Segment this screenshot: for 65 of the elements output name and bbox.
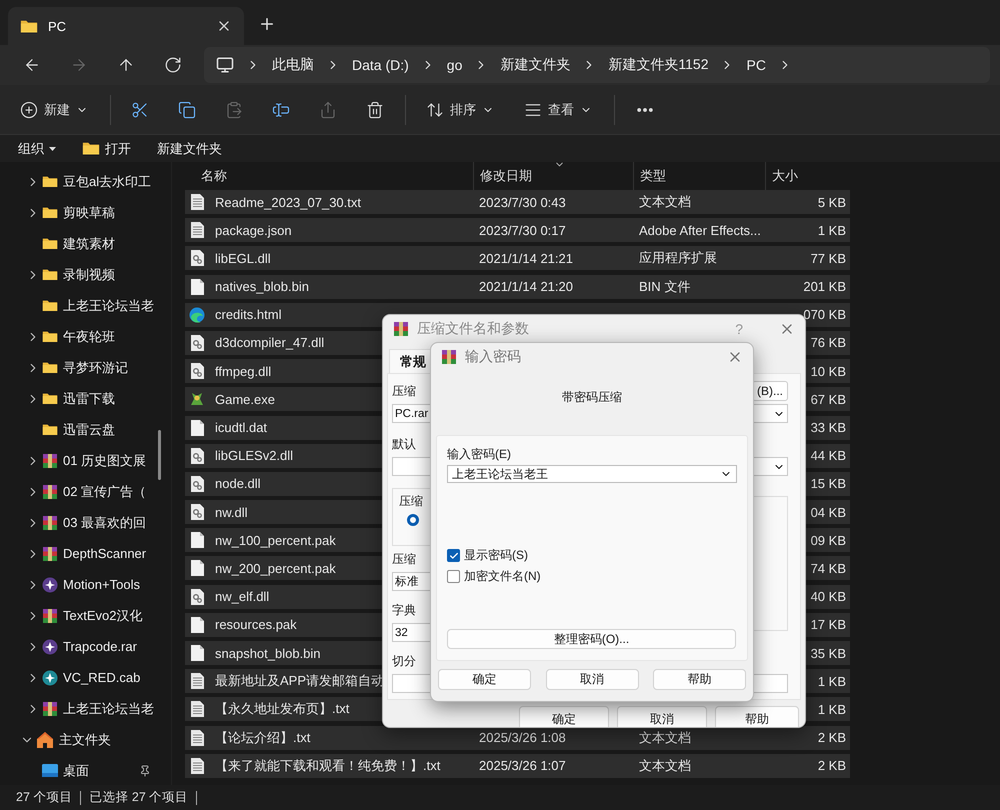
size-cell-text: 35 KB: [810, 646, 847, 660]
dialog-title: 输入密码: [465, 348, 521, 366]
file-name: nw_elf.dll: [214, 589, 270, 604]
tab-title: PC: [48, 18, 68, 34]
size-cell-text: 09 KB: [810, 532, 847, 548]
field-label: 输入密码(E): [447, 446, 512, 463]
file-name: package.json: [214, 222, 292, 238]
type-cell-text: 文本文档: [638, 756, 692, 775]
file-name: resources.pak: [214, 617, 297, 632]
file-name: ffmpeg.dll: [214, 364, 272, 379]
file-name: 【来了就能下载和观看！纯免费！】.txt: [214, 756, 440, 775]
status-text: 27 个项目: [16, 789, 72, 806]
date-cell-text: 2023/7/30 0:43: [478, 194, 567, 210]
size-cell-text: 33 KB: [810, 420, 847, 435]
size-cell-text: 1 KB: [816, 674, 847, 689]
file-name: node.dll: [214, 476, 261, 492]
size-cell-text: 2 KB: [816, 730, 847, 746]
date-cell-text: 2021/1/14 21:20: [478, 279, 574, 294]
file-name: credits.html: [214, 307, 282, 322]
size-cell-text: 40 KB: [810, 589, 847, 604]
size-cell-text: 44 KB: [810, 448, 847, 464]
type-cell-text: 文本文档: [638, 193, 692, 211]
type-cell-text: Adobe After Effects...: [638, 222, 762, 238]
group-label: 压缩: [399, 493, 424, 510]
size-cell-text: 04 KB: [810, 504, 847, 520]
file-name: nw.dll: [214, 504, 248, 520]
date-cell-text: 2021/1/14 21:21: [478, 250, 574, 266]
date-cell-text: 2025/3/26 1:07: [478, 758, 567, 774]
file-name: d3dcompiler_47.dll: [214, 335, 324, 350]
dialog-heading: 带密码压缩: [561, 389, 623, 406]
size-cell-text: 5 KB: [816, 194, 847, 210]
file-name: Readme_2023_07_30.txt: [214, 194, 362, 210]
file-name: icudtl.dat: [214, 420, 268, 435]
file-name: nw_100_percent.pak: [214, 532, 336, 548]
file-name: libGLESv2.dll: [214, 448, 294, 464]
dialog-title: 压缩文件名和参数: [417, 320, 529, 338]
size-cell-text: 1 KB: [816, 222, 847, 238]
date-cell-text: 2025/3/26 1:08: [478, 730, 567, 746]
file-name: Game.exe: [214, 392, 275, 407]
type-cell-text: BIN 文件: [638, 278, 692, 296]
field-label: 压缩: [392, 382, 416, 400]
file-name: natives_blob.bin: [214, 279, 309, 294]
file-name: snapshot_blob.bin: [214, 646, 321, 660]
field-label: 切分: [392, 652, 416, 670]
field-label: 默认: [392, 436, 416, 452]
file-name: libEGL.dll: [214, 250, 271, 266]
size-cell-text: 15 KB: [810, 476, 847, 492]
status-text: 已选择 27 个项目: [89, 789, 188, 806]
file-name: nw_200_percent.pak: [214, 560, 336, 576]
date-cell-text: 2023/7/30 0:17: [478, 222, 567, 238]
size-cell-text: 070 KB: [802, 307, 847, 322]
size-cell-text: 74 KB: [810, 560, 847, 576]
size-cell-text: 201 KB: [802, 279, 847, 294]
type-cell-text: 文本文档: [638, 728, 692, 747]
size-cell-text: 2 KB: [816, 758, 847, 774]
size-cell-text: 76 KB: [810, 335, 847, 350]
size-cell-text: 10 KB: [810, 364, 847, 379]
file-name: 【论坛介绍】.txt: [214, 728, 310, 747]
size-cell-text: 77 KB: [810, 250, 847, 266]
field-label: 字典: [392, 602, 416, 618]
size-cell-text: 17 KB: [810, 617, 847, 632]
file-name: 【永久地址发布页】.txt: [214, 700, 350, 718]
size-cell-text: 1 KB: [816, 702, 847, 717]
field-label: 压缩: [392, 550, 416, 568]
type-cell-text: 应用程序扩展: [638, 249, 718, 268]
